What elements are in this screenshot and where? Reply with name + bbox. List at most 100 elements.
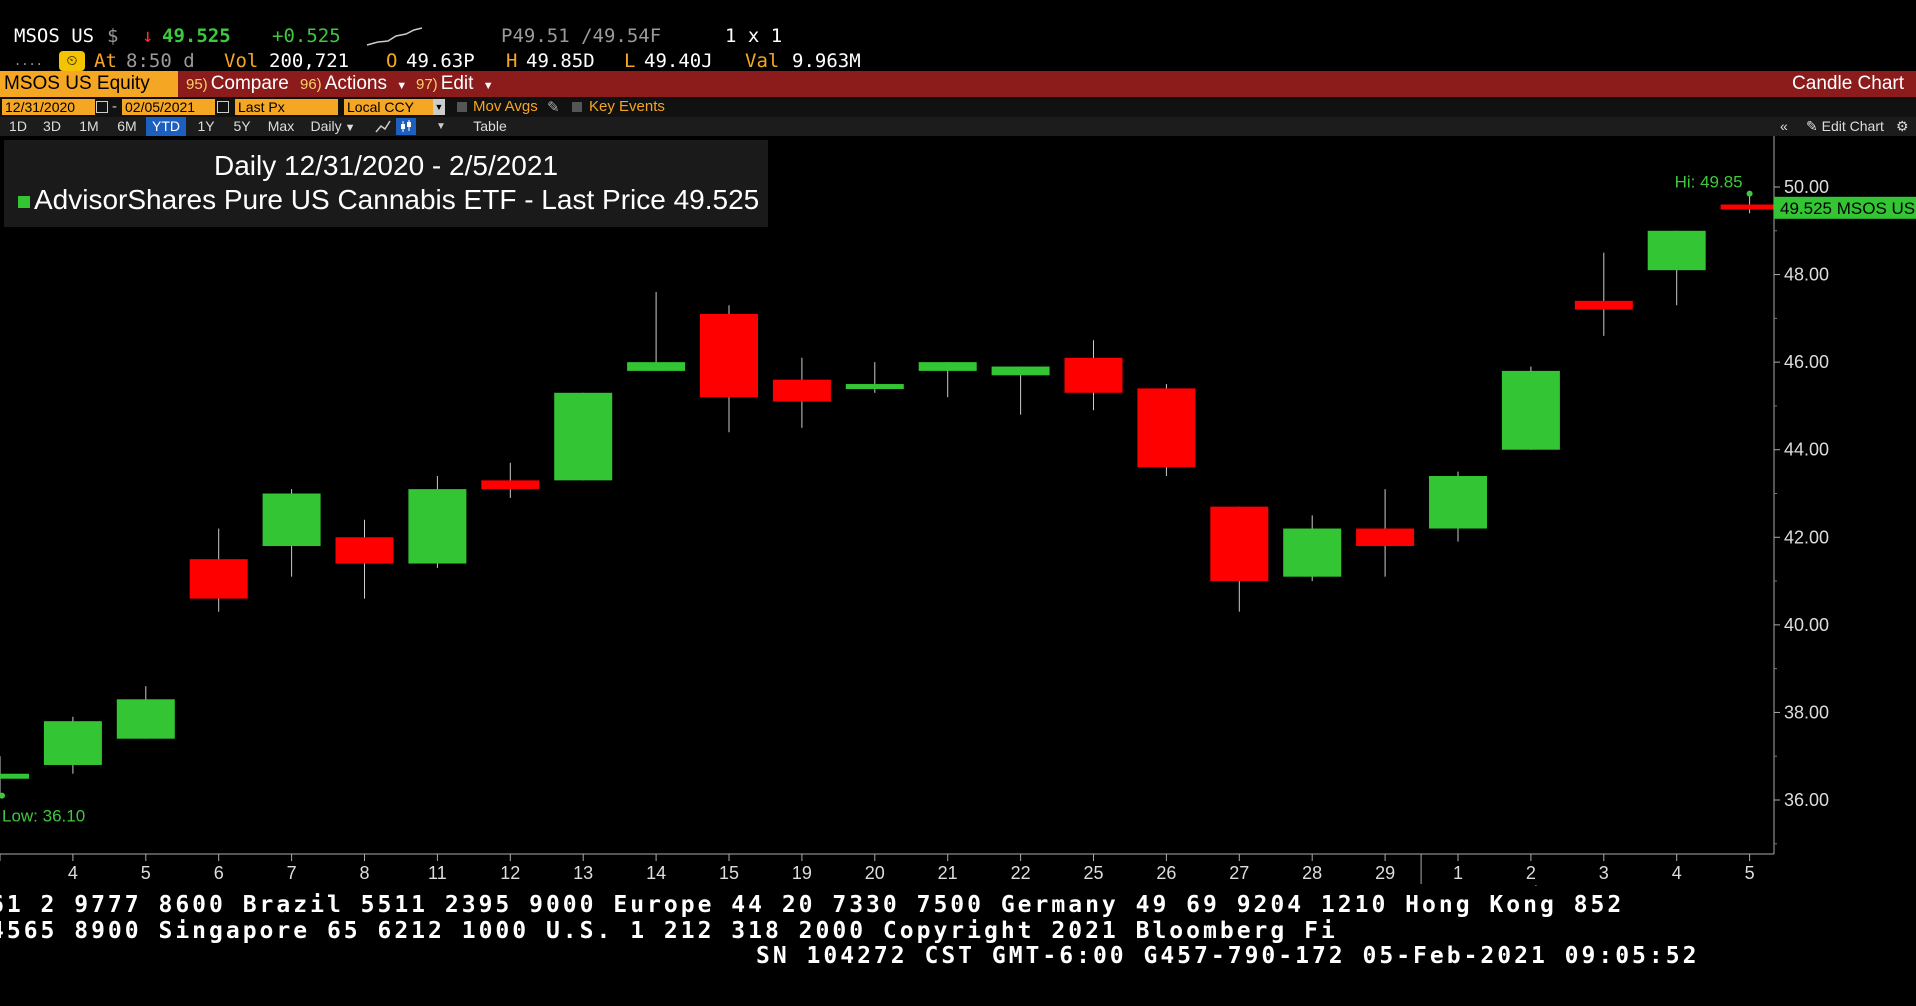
high-label: H: [506, 50, 518, 72]
pencil-icon: ✎: [1806, 118, 1818, 134]
footer-line-2: 4565 8900 Singapore 65 6212 1000 U.S. 1 …: [0, 918, 1338, 944]
val-label: Val: [745, 50, 780, 72]
key-events-label: Key Events: [589, 98, 665, 115]
x-tick-label: 22: [1011, 863, 1031, 883]
last-price: 49.525: [162, 25, 231, 47]
calendar-icon[interactable]: [217, 101, 229, 113]
y-tick-label: 44.00: [1784, 440, 1829, 460]
compare-menu[interactable]: 95) Compare: [186, 71, 289, 97]
x-tick-label: 15: [719, 863, 739, 883]
high-value: 49.85D: [526, 50, 595, 72]
x-tick-label: 14: [646, 863, 666, 883]
chart-legend: Daily 12/31/2020 - 2/5/2021 AdvisorShare…: [4, 140, 768, 227]
x-tick-label: 11: [428, 863, 447, 883]
x-tick-label: 21: [938, 863, 958, 883]
options-bar: 12/31/2020 - 02/05/2021 Last Px Local CC…: [0, 97, 1916, 117]
compare-label: Compare: [210, 73, 289, 94]
month-label: Feb 2021: [1513, 883, 1589, 886]
range-bar: 1D 3D 1M 6M YTD 1Y 5Y Max Daily ▼ ▼ Table…: [0, 117, 1916, 136]
candle-body: [991, 366, 1050, 376]
candle-body: [918, 362, 977, 371]
low-value: 49.40J: [644, 50, 713, 72]
realtime-icon[interactable]: ⏲: [59, 51, 85, 71]
candle-body: [845, 384, 904, 390]
pencil-icon[interactable]: ✎: [547, 98, 560, 116]
high-marker: [1746, 190, 1753, 197]
vol-label: Vol: [224, 50, 259, 72]
candle-body: [1137, 388, 1196, 468]
table-button[interactable]: Table: [464, 117, 516, 136]
candle-body: [700, 313, 758, 398]
collapse-icon[interactable]: «: [1780, 117, 1788, 136]
volume-value: 200,721: [269, 50, 350, 72]
candle-body: [1283, 528, 1342, 577]
x-tick-label: 26: [1156, 863, 1176, 883]
candle-body: [481, 480, 540, 490]
legend-title: Daily 12/31/2020 - 2/5/2021: [213, 150, 559, 181]
y-tick-label: 40.00: [1784, 615, 1829, 635]
line-chart-icon[interactable]: [374, 118, 392, 135]
legend-swatch: [18, 195, 30, 208]
actions-label: Actions: [324, 73, 387, 94]
x-tick-label: 5: [141, 863, 151, 883]
candle-body: [189, 559, 248, 599]
chevron-down-icon: ▼: [482, 80, 494, 92]
range-ytd[interactable]: YTD: [146, 117, 186, 136]
range-1y[interactable]: 1Y: [190, 117, 222, 136]
price-field-select[interactable]: Last Px: [235, 99, 338, 115]
period-select[interactable]: Daily ▼: [304, 117, 362, 136]
x-tick-label: 1: [1453, 863, 1463, 883]
chevron-down-icon[interactable]: ▼: [433, 99, 445, 115]
footer-line-1: 61 2 9777 8600 Brazil 5511 2395 9000 Eur…: [0, 892, 1625, 918]
x-tick-label: 4: [1672, 863, 1682, 883]
calendar-icon[interactable]: [96, 101, 108, 113]
range-1m[interactable]: 1M: [72, 117, 106, 136]
edit-menu[interactable]: 97) Edit ▼: [416, 71, 494, 97]
date-separator: -: [112, 98, 117, 115]
gear-icon[interactable]: ⚙: [1896, 117, 1909, 136]
security-field[interactable]: MSOS US Equity: [0, 71, 178, 97]
low-label: L: [624, 50, 636, 72]
value-value: 9.963M: [792, 50, 861, 72]
start-date-field[interactable]: 12/31/2020: [2, 99, 95, 115]
month-label: Jan 2021: [639, 883, 713, 886]
open-label: O: [386, 50, 398, 72]
candle-body: [43, 721, 102, 765]
mov-avgs-checkbox[interactable]: [457, 102, 467, 112]
bid-ask: P49.51 /49.54F: [501, 25, 662, 47]
chevron-down-icon[interactable]: ▼: [436, 117, 446, 136]
range-6m[interactable]: 6M: [110, 117, 144, 136]
currency: $: [107, 25, 119, 47]
down-arrow-icon: ↓: [142, 25, 154, 47]
x-tick-label: 20: [865, 863, 885, 883]
key-events-checkbox[interactable]: [572, 102, 582, 112]
range-3d[interactable]: 3D: [36, 117, 68, 136]
price-change: +0.525: [272, 25, 341, 47]
range-5y[interactable]: 5Y: [226, 117, 258, 136]
range-1d[interactable]: 1D: [2, 117, 34, 136]
y-tick-label: 46.00: [1784, 352, 1829, 372]
y-tick-label: 38.00: [1784, 702, 1829, 722]
range-max[interactable]: Max: [262, 117, 300, 136]
x-tick-label: 29: [1375, 863, 1395, 883]
candle-body: [335, 537, 394, 564]
at-label: At: [94, 50, 117, 72]
x-tick-label: 28: [1302, 863, 1322, 883]
candle-body: [1429, 475, 1487, 529]
chevron-down-icon: ▼: [396, 80, 408, 92]
y-tick-label: 42.00: [1784, 527, 1829, 547]
bid-ask-size: 1 x 1: [725, 25, 783, 47]
x-tick-label: 7: [287, 863, 297, 883]
actions-menu[interactable]: 96) Actions ▼: [300, 71, 407, 97]
menu-bar: MSOS US Equity 95) Compare 96) Actions ▼ 9…: [0, 71, 1916, 97]
candle-body: [0, 773, 29, 779]
candle-chart[interactable]: Hi: 49.85 Low: 36.10 50.00 48.00 46.00 44.00…: [0, 136, 1916, 886]
x-tick-label: 13: [573, 863, 593, 883]
end-date-field[interactable]: 02/05/2021: [122, 99, 215, 115]
candle-chart-icon[interactable]: [396, 118, 416, 135]
edit-chart-button[interactable]: ✎ Edit Chart: [1806, 117, 1884, 136]
y-tick-label: 50.00: [1784, 177, 1829, 197]
currency-select[interactable]: Local CCY: [344, 99, 435, 115]
ticker[interactable]: MSOS US: [14, 25, 94, 47]
open-value: 49.63P: [406, 50, 475, 72]
